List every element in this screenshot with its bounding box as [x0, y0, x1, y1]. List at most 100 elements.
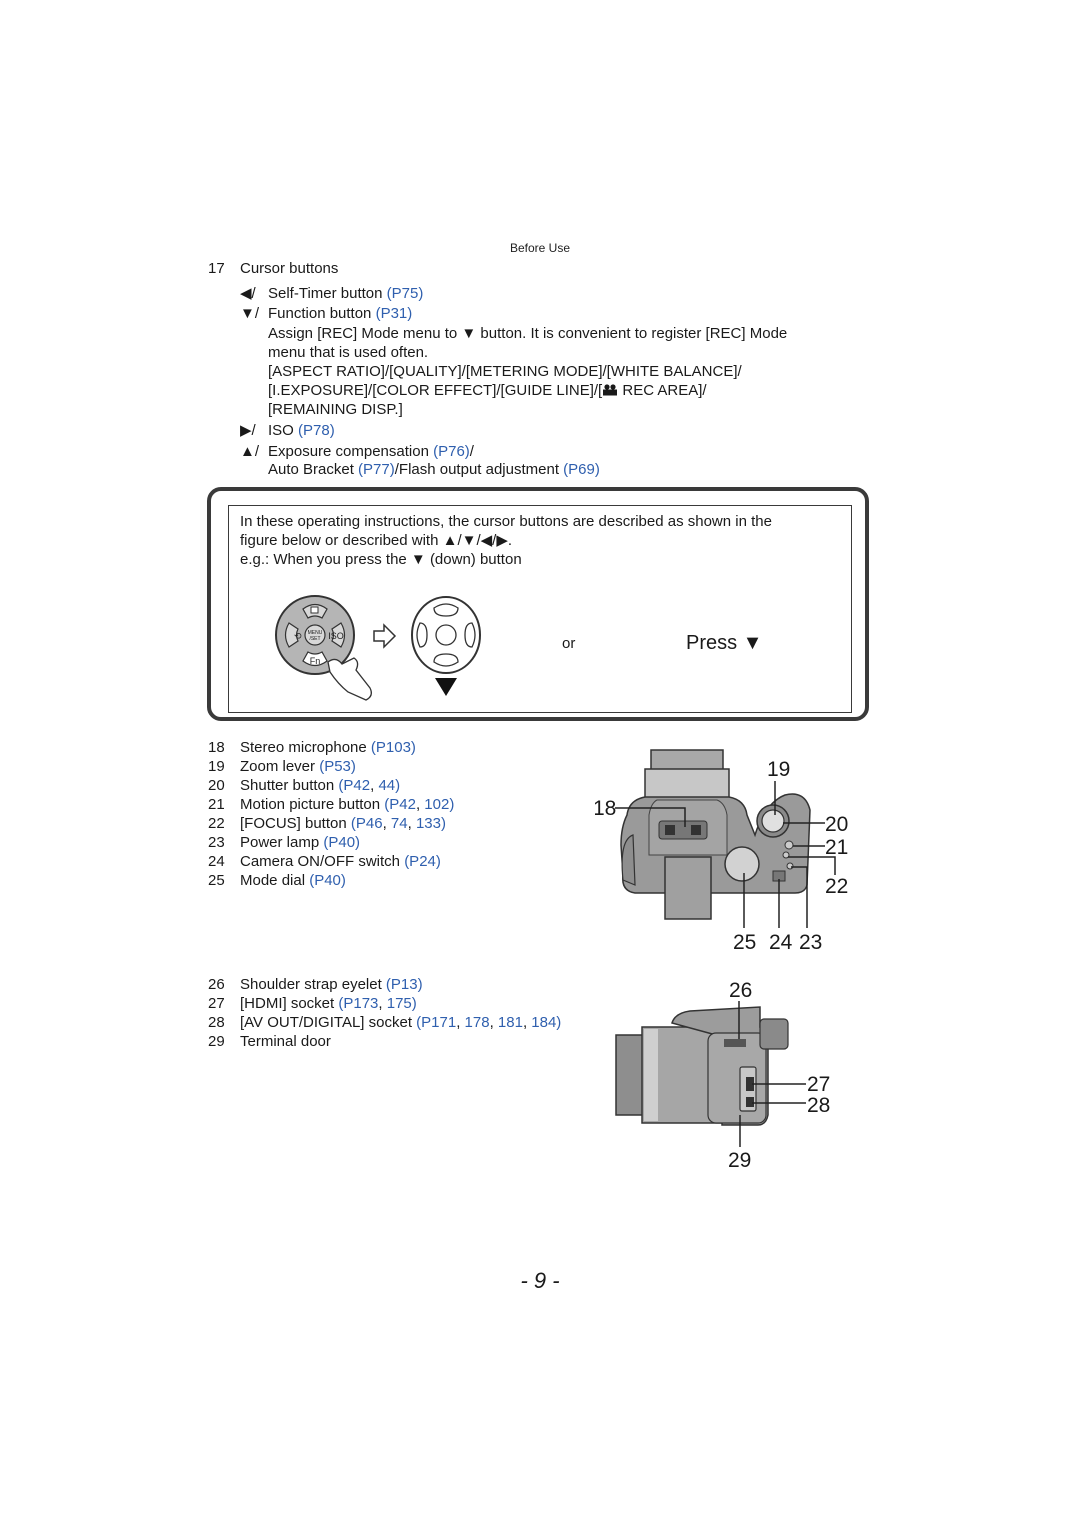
page-link[interactable]: 102): [424, 796, 454, 813]
item-label: Shoulder strap eyelet: [240, 976, 386, 993]
svg-text:Fn: Fn: [310, 656, 321, 666]
viewfinder: [759, 1018, 789, 1050]
right-hollow-arrow-icon: [373, 623, 397, 649]
list-item: 19 Zoom lever (P53): [208, 757, 454, 776]
page-link[interactable]: (P78): [298, 422, 335, 439]
item-label: [HDMI] socket: [240, 995, 339, 1012]
menu-items-1: [ASPECT RATIO]/[QUALITY]/[METERING MODE]…: [268, 363, 742, 380]
section-header: Before Use: [509, 241, 571, 255]
cursor-right-entry: ▶/ISO (P78): [240, 422, 335, 439]
page-link[interactable]: (P24): [404, 853, 441, 870]
page-link[interactable]: 184): [531, 1014, 561, 1031]
item-number: 20: [208, 777, 225, 794]
press-down-label: Press ▼: [686, 632, 763, 654]
motion-picture-icon: [602, 382, 618, 396]
list-item: 24 Camera ON/OFF switch (P24): [208, 852, 454, 871]
item-label: Power lamp: [240, 834, 324, 851]
page-link[interactable]: 178: [465, 1014, 490, 1031]
callout-22: 22: [825, 875, 848, 898]
item-number: 18: [208, 739, 225, 756]
item-number: 19: [208, 758, 225, 775]
shutter-button: [761, 809, 785, 833]
page-link[interactable]: (P76): [433, 443, 470, 460]
separator: ,: [382, 815, 391, 832]
exposure-icon: [310, 606, 319, 614]
cursor-up-entry: ▲/Exposure compensation (P76)/: [240, 443, 474, 460]
item-number: 27: [208, 995, 225, 1012]
camera-side-view: 26 27 28 29: [615, 979, 830, 1172]
down-arrow-icon: ▼/: [240, 305, 260, 322]
callout-26: 26: [729, 979, 752, 1002]
lens: [615, 1034, 645, 1116]
page-link[interactable]: 44): [378, 777, 400, 794]
callout-21: 21: [825, 836, 848, 859]
item-number: 21: [208, 796, 225, 813]
separator: ,: [489, 1014, 498, 1031]
page-link[interactable]: (P103): [371, 739, 416, 756]
av-out-socket: [746, 1097, 754, 1107]
callout-28: 28: [807, 1094, 830, 1117]
page-link[interactable]: (P171: [416, 1014, 456, 1031]
callout-29: 29: [728, 1149, 751, 1172]
mode-dial: [724, 846, 760, 882]
list-item: 18 Stereo microphone (P103): [208, 738, 454, 757]
page-link[interactable]: (P40): [323, 834, 360, 851]
page-link[interactable]: (P46: [351, 815, 383, 832]
page-link[interactable]: (P53): [319, 758, 356, 775]
page-link[interactable]: (P75): [387, 285, 424, 302]
page-link[interactable]: (P69): [563, 461, 600, 478]
item-number: 25: [208, 872, 225, 889]
item-label: Camera ON/OFF switch: [240, 853, 405, 870]
page-link[interactable]: 133): [416, 815, 446, 832]
menu-items-3: [REMAINING DISP.]: [268, 401, 403, 418]
item-label: [FOCUS] button: [240, 815, 351, 832]
page-link[interactable]: (P77): [358, 461, 395, 478]
list-item: 29 Terminal door: [208, 1032, 561, 1051]
motion-picture-button: [784, 840, 794, 850]
items-top-list: 18 Stereo microphone (P103) 19 Zoom lever (…: [208, 738, 454, 890]
right-arrow-icon: ▶/: [240, 422, 256, 439]
page-link[interactable]: (P13): [386, 976, 423, 993]
bracket-line: Auto Bracket (P77)/Flash output adjustme…: [268, 461, 600, 478]
list-item: 22 [FOCUS] button (P46, 74, 133): [208, 814, 454, 833]
page-link[interactable]: 74: [391, 815, 408, 832]
list-item: 28 [AV OUT/DIGITAL] socket (P171, 178, 18…: [208, 1013, 561, 1032]
power-lamp: [786, 862, 794, 870]
svg-text:/SET: /SET: [309, 636, 320, 642]
function-desc-2: menu that is used often.: [268, 344, 429, 361]
page-link[interactable]: 181: [498, 1014, 523, 1031]
list-item: 21 Motion picture button (P42, 102): [208, 795, 454, 814]
item-label: Terminal door: [240, 1033, 331, 1050]
cursor-dial-illustration: ⟲ MENU /SET ISO Fn: [275, 595, 481, 701]
item-number: 28: [208, 1014, 225, 1031]
list-item: 25 Mode dial (P40): [208, 871, 454, 890]
up-arrow-icon: ▲/: [240, 443, 260, 460]
menu-items-2: [I.EXPOSURE]/[COLOR EFFECT]/[GUIDE LINE]…: [268, 382, 707, 399]
callout-27: 27: [807, 1073, 830, 1096]
callout-23: 23: [799, 931, 822, 954]
item-number: 24: [208, 853, 225, 870]
item-label: Zoom lever: [240, 758, 320, 775]
page-link[interactable]: (P173: [338, 995, 378, 1012]
list-item: 26 Shoulder strap eyelet (P13): [208, 975, 561, 994]
note-text: In these operating instructions, the cur…: [240, 513, 772, 568]
self-timer-icon: ⟲: [294, 632, 302, 642]
list-item: 23 Power lamp (P40): [208, 833, 454, 852]
item-number: 22: [208, 815, 225, 832]
svg-text:ISO: ISO: [328, 631, 344, 641]
separator: ,: [407, 815, 416, 832]
callout-18: 18: [595, 797, 616, 820]
page-link[interactable]: (P31): [376, 305, 413, 322]
page-link[interactable]: (P42: [338, 777, 370, 794]
separator: ,: [378, 995, 387, 1012]
page-link[interactable]: 175): [387, 995, 417, 1012]
callout-25: 25: [733, 931, 756, 954]
item-number: 23: [208, 834, 225, 851]
or-label: or: [562, 635, 576, 652]
list-item: 20 Shutter button (P42, 44): [208, 776, 454, 795]
page-link[interactable]: (P42: [384, 796, 416, 813]
page-link[interactable]: (P40): [309, 872, 346, 889]
callout-20: 20: [825, 813, 848, 836]
item-label: Stereo microphone: [240, 739, 371, 756]
viewfinder: [664, 856, 712, 920]
